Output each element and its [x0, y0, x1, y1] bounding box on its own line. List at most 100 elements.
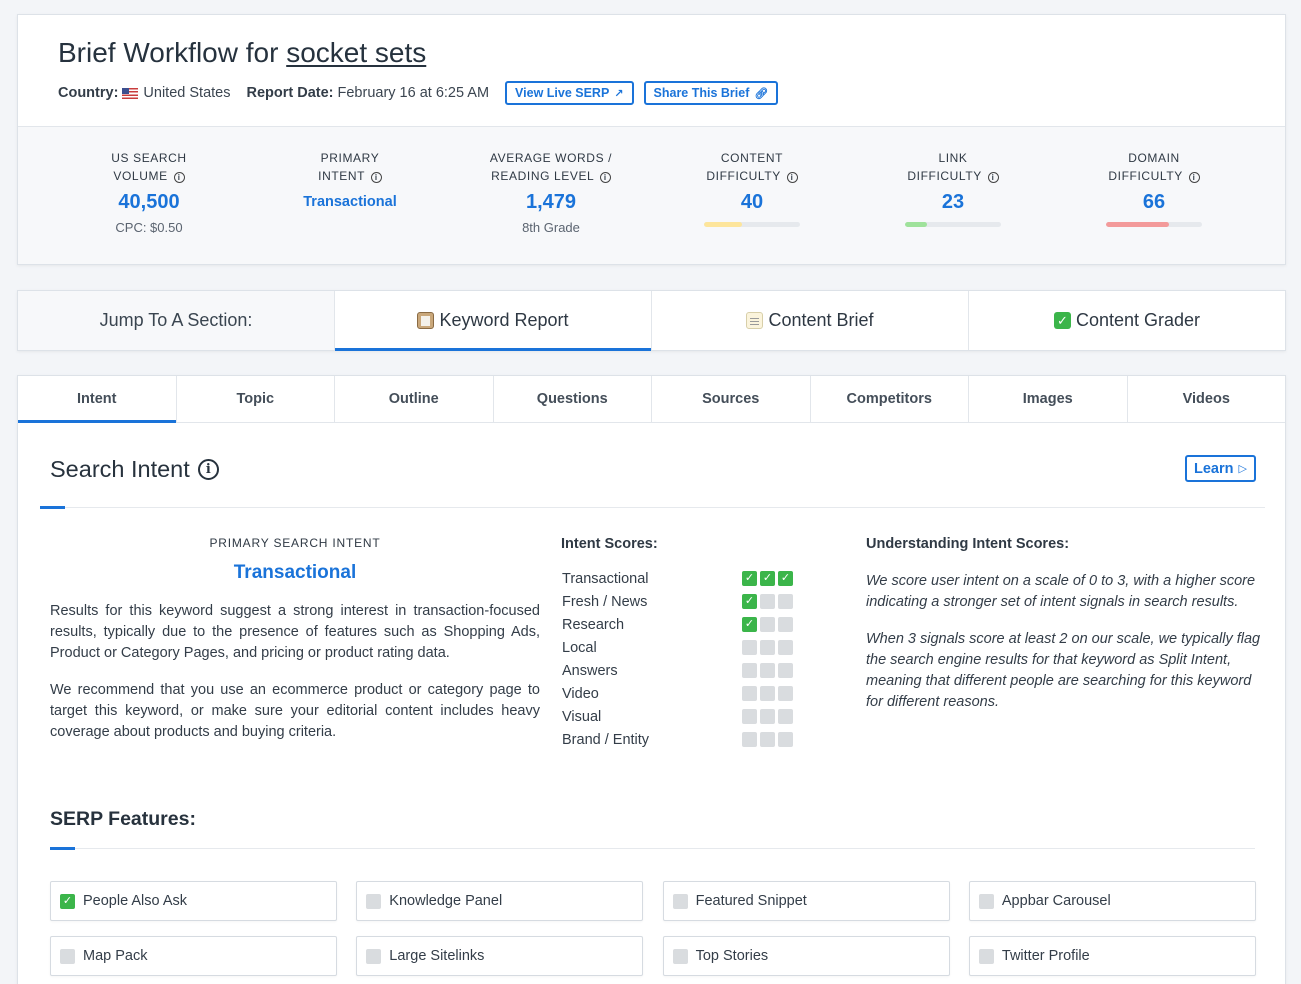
divider: [40, 507, 1265, 508]
check-mark-icon: ✓: [742, 594, 757, 609]
jump-label: Jump To A Section:: [18, 291, 335, 350]
share-brief-button[interactable]: Share This Brief 🔗︎: [643, 81, 779, 105]
empty-score-box: [778, 617, 793, 632]
jump-item-label: Content Brief: [768, 310, 874, 330]
stats-bar: US SEARCH VOLUME i 40,500 CPC: $0.50 PRIM…: [18, 126, 1285, 264]
serp-feature-label: Knowledge Panel: [389, 893, 503, 909]
empty-score-box: [742, 686, 757, 701]
info-icon[interactable]: i: [987, 172, 999, 183]
serp-feature-label: Featured Snippet: [695, 893, 807, 909]
check-mark-icon: ✓: [60, 893, 75, 909]
country-value: United States: [143, 85, 231, 101]
info-icon[interactable]: i: [599, 172, 611, 183]
serp-feature-item: ✓ People Also Ask: [50, 881, 337, 921]
serp-feature-item: Map Pack: [50, 936, 337, 976]
search-intent-title: Search Intent: [50, 456, 190, 482]
view-live-serp-button[interactable]: View Live SERP ↗: [505, 81, 634, 105]
view-live-serp-label: View Live SERP: [515, 86, 610, 100]
intent-score-boxes: [742, 686, 793, 701]
intent-score-name: Brand / Entity: [562, 731, 650, 748]
empty-checkbox-icon: [366, 893, 382, 909]
empty-score-box: [742, 732, 757, 747]
intent-score-name: Research: [562, 616, 625, 633]
divider-accent: [40, 506, 65, 509]
brief-header-card: Brief Workflow for socket sets Country: …: [17, 14, 1286, 265]
intent-score-boxes: [742, 663, 793, 678]
info-icon[interactable]: i: [197, 459, 219, 480]
check-mark-icon: ✓: [778, 571, 793, 586]
tab-outline[interactable]: Outline: [335, 376, 494, 422]
empty-checkbox-icon: [978, 948, 994, 964]
empty-score-box: [760, 709, 775, 724]
difficulty-bar: [905, 222, 1001, 227]
section-title: Search Intent i: [50, 456, 219, 483]
divider: [50, 848, 1255, 849]
tab-competitors[interactable]: Competitors: [811, 376, 969, 422]
stat-sub: CPC: $0.50: [115, 220, 183, 235]
check-mark-icon: ✓: [760, 571, 775, 586]
intent-score-name: Video: [562, 685, 599, 702]
empty-score-box: [760, 617, 775, 632]
tab-sources[interactable]: Sources: [652, 376, 811, 422]
stat-label-line2: DIFFICULTY: [907, 169, 982, 183]
intent-recommendation: We recommend that you use an ecommerce p…: [50, 682, 540, 740]
tab-images[interactable]: Images: [969, 376, 1128, 422]
intent-scores-column: Intent Scores: Transactional ✓ ✓ ✓ Fresh / N…: [561, 536, 801, 748]
stat-value: 40: [740, 191, 764, 213]
serp-feature-label: Large Sitelinks: [389, 948, 485, 964]
intent-score-name: Transactional: [562, 570, 649, 587]
stat-sub: 8th Grade: [522, 220, 580, 235]
serp-feature-item: Large Sitelinks: [356, 936, 644, 976]
serp-feature-label: Twitter Profile: [1001, 948, 1090, 964]
intent-scores-title: Intent Scores:: [561, 536, 658, 552]
intent-score-name: Local: [562, 639, 597, 656]
serp-feature-item: Featured Snippet: [662, 881, 950, 921]
difficulty-bar: [1106, 222, 1202, 227]
intent-score-boxes: ✓: [742, 594, 793, 609]
tab-intent[interactable]: Intent: [18, 376, 177, 423]
intent-score-boxes: ✓: [742, 617, 793, 632]
primary-intent-column: PRIMARY SEARCH INTENT Transactional Resu…: [50, 536, 540, 743]
tab-videos[interactable]: Videos: [1128, 376, 1286, 422]
info-icon[interactable]: i: [1188, 172, 1200, 183]
learn-label: Learn: [1194, 460, 1234, 477]
difficulty-bar: [704, 222, 800, 227]
jump-keyword-report[interactable]: Keyword Report: [335, 291, 652, 351]
learn-button[interactable]: Learn ▷: [1185, 455, 1256, 482]
empty-score-box: [760, 686, 775, 701]
stat-label-line2: VOLUME: [113, 169, 168, 183]
intent-score-boxes: [742, 640, 793, 655]
tab-topic[interactable]: Topic: [177, 376, 335, 422]
info-icon[interactable]: i: [786, 172, 798, 183]
empty-score-box: [778, 709, 793, 724]
empty-score-box: [742, 640, 757, 655]
understanding-paragraph-1: We score user intent on a scale of 0 to …: [866, 573, 1256, 610]
empty-checkbox-icon: [366, 948, 382, 964]
empty-score-box: [778, 594, 793, 609]
serp-feature-label: Top Stories: [695, 948, 769, 964]
play-circle-icon: ▷: [1238, 463, 1247, 475]
understanding-title: Understanding Intent Scores:: [866, 536, 1070, 552]
us-flag-icon: [122, 87, 139, 99]
intent-score-boxes: [742, 709, 793, 724]
keyword-link[interactable]: socket sets: [286, 37, 426, 68]
empty-score-box: [760, 594, 775, 609]
jump-content-brief[interactable]: Content Brief: [652, 291, 969, 350]
stat-label-line1: CONTENT: [720, 151, 784, 165]
info-icon[interactable]: i: [173, 172, 185, 183]
stat-value: 23: [941, 191, 965, 213]
serp-feature-item: Knowledge Panel: [356, 881, 644, 921]
stat-label-line2: READING LEVEL: [491, 169, 594, 183]
stat-label: DOMAIN DIFFICULTY i: [1054, 149, 1254, 185]
check-mark-icon: ✓: [742, 617, 757, 632]
jump-content-grader[interactable]: ✓ Content Grader: [969, 291, 1285, 350]
tab-questions[interactable]: Questions: [494, 376, 652, 422]
info-icon[interactable]: i: [370, 172, 382, 183]
understanding-paragraph-2: When 3 signals score at least 2 on our s…: [866, 631, 1261, 710]
stat-label-line1: AVERAGE WORDS /: [489, 151, 613, 165]
country-label: Country:: [58, 85, 119, 101]
empty-score-box: [760, 640, 775, 655]
page-title: Brief Workflow for socket sets: [58, 37, 426, 69]
intent-score-row: Transactional ✓ ✓ ✓: [562, 567, 797, 590]
intent-score-name: Fresh / News: [562, 593, 648, 610]
